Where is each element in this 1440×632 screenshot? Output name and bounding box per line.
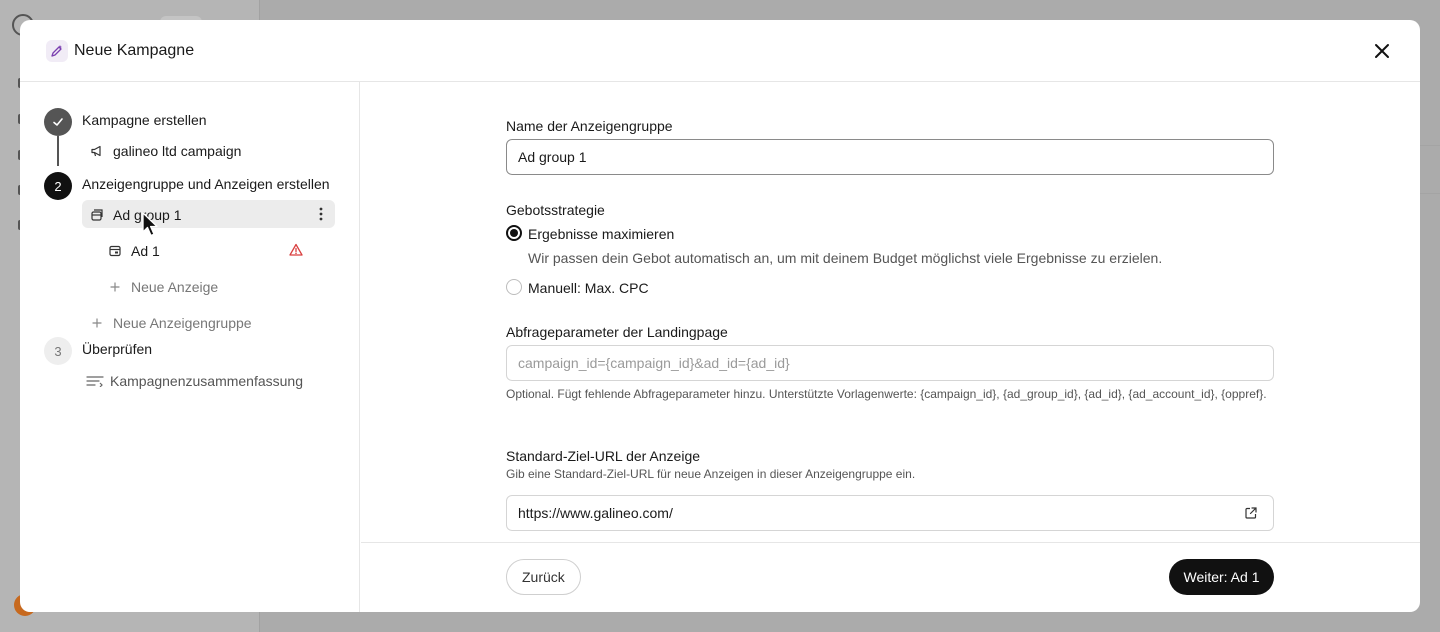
- tree-item-campaign[interactable]: galineo ltd campaign: [89, 143, 241, 159]
- tree-item-campaign-label: galineo ltd campaign: [113, 143, 242, 159]
- modal-header: Neue Kampagne: [20, 20, 1420, 82]
- step-1-indicator: [44, 108, 72, 136]
- radio-maximize-results[interactable]: [506, 225, 522, 241]
- default-url-label: Standard-Ziel-URL der Anzeige: [506, 448, 701, 464]
- close-icon: [1375, 44, 1389, 58]
- radio-maximize-results-description: Wir passen dein Gebot automatisch an, um…: [528, 250, 1163, 266]
- radio-maximize-results-label[interactable]: Ergebnisse maximieren: [528, 226, 674, 242]
- megaphone-icon: [89, 143, 105, 159]
- ad-group-name-label: Name der Anzeigengruppe: [506, 118, 673, 134]
- summary-lines-icon: [86, 373, 104, 389]
- stepper-sidebar: Kampagne erstellen galineo ltd campaign …: [20, 82, 360, 612]
- step-connector: [57, 136, 59, 166]
- ad-group-form: Name der Anzeigengruppe Gebotsstrategie …: [361, 82, 1420, 542]
- step-3-label[interactable]: Überprüfen: [82, 341, 152, 357]
- step-2-label[interactable]: Anzeigengruppe und Anzeigen erstellen: [82, 176, 330, 192]
- step-2-number: 2: [54, 178, 62, 194]
- step-3-number: 3: [54, 343, 62, 359]
- close-button[interactable]: [1370, 39, 1394, 63]
- mouse-cursor-icon: [142, 212, 160, 243]
- new-ad-group-button[interactable]: Neue Anzeigengruppe: [89, 315, 252, 331]
- external-link-icon[interactable]: [1244, 506, 1258, 520]
- new-ad-button[interactable]: Neue Anzeige: [107, 279, 218, 295]
- bidding-strategy-label: Gebotsstrategie: [506, 202, 605, 218]
- check-icon: [53, 118, 63, 126]
- tree-item-ad-group[interactable]: Ad group 1: [89, 207, 182, 223]
- default-url-input[interactable]: [506, 495, 1274, 531]
- plus-icon: [89, 315, 105, 331]
- radio-manual-cpc-label[interactable]: Manuell: Max. CPC: [528, 280, 649, 296]
- new-campaign-modal: Neue Kampagne Kampagne erstellen galineo…: [20, 20, 1420, 612]
- pen-sparkle-icon: [46, 39, 68, 62]
- tree-item-summary-label: Kampagnenzusammenfassung: [110, 373, 304, 389]
- query-params-label: Abfrageparameter der Landingpage: [506, 324, 728, 340]
- kebab-icon[interactable]: [316, 206, 326, 222]
- warning-triangle-icon: [289, 243, 303, 262]
- radio-manual-cpc[interactable]: [506, 279, 522, 295]
- step-3-indicator: 3: [44, 337, 72, 365]
- modal-footer: Zurück Weiter: Ad 1: [361, 542, 1420, 612]
- new-ad-group-label: Neue Anzeigengruppe: [113, 315, 252, 331]
- modal-title: Neue Kampagne: [74, 41, 195, 59]
- ad-group-name-input[interactable]: [506, 139, 1274, 175]
- new-ad-label: Neue Anzeige: [131, 279, 219, 295]
- ad-icon: [107, 243, 123, 259]
- step-1-label[interactable]: Kampagne erstellen: [82, 112, 207, 128]
- query-params-input[interactable]: [506, 345, 1274, 381]
- default-url-help: Gib eine Standard-Ziel-URL für neue Anze…: [506, 467, 916, 481]
- next-button[interactable]: Weiter: Ad 1: [1169, 559, 1274, 595]
- query-params-help: Optional. Fügt fehlende Abfrageparameter…: [506, 387, 1267, 401]
- ad-group-icon: [89, 207, 105, 223]
- tree-item-ad[interactable]: Ad 1: [107, 243, 160, 259]
- plus-icon: [107, 279, 123, 295]
- tree-item-ad-label: Ad 1: [131, 243, 160, 259]
- tree-item-summary[interactable]: Kampagnenzusammenfassung: [86, 373, 303, 389]
- back-button[interactable]: Zurück: [506, 559, 581, 595]
- step-2-indicator: 2: [44, 172, 72, 200]
